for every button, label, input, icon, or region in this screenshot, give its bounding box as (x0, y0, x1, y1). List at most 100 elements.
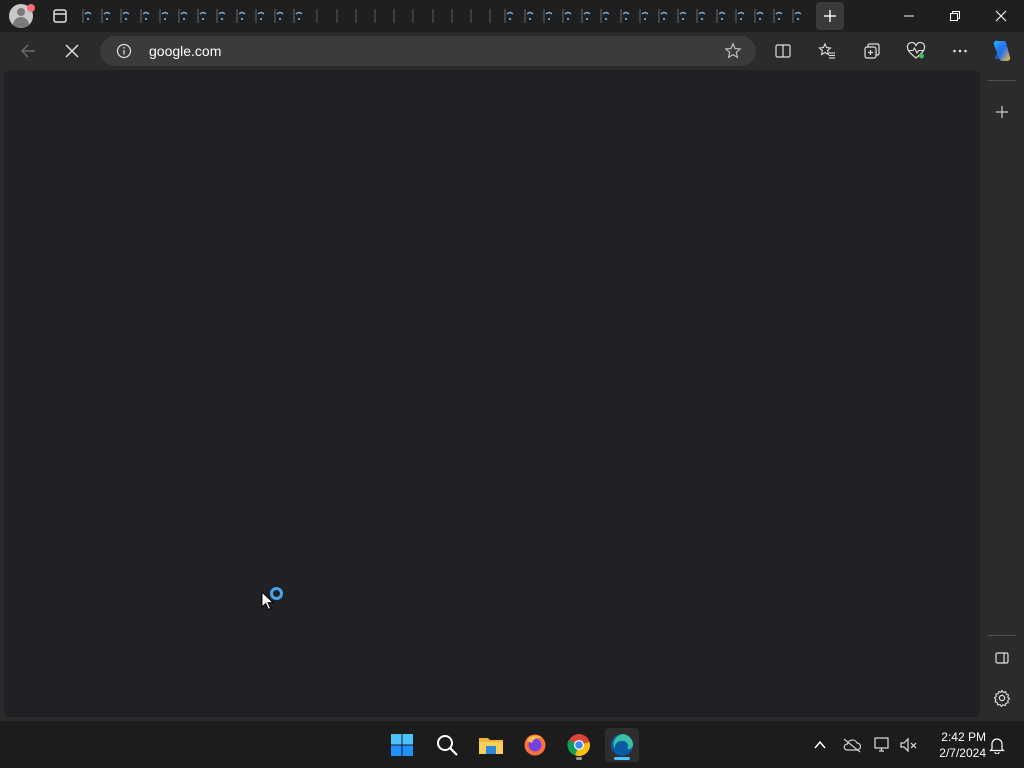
restore-button[interactable] (932, 0, 978, 32)
tab-actions-button[interactable] (50, 6, 70, 26)
more-button[interactable] (948, 39, 972, 63)
browser-tab[interactable] (138, 4, 152, 28)
tab-loading-icon (274, 9, 284, 23)
stop-button[interactable] (60, 39, 84, 63)
browser-tab[interactable] (253, 4, 267, 28)
browser-tab[interactable] (579, 4, 593, 28)
tab-loading-icon (293, 9, 303, 23)
sidebar-settings-button[interactable] (992, 688, 1012, 708)
sidebar-divider (988, 80, 1016, 81)
tab-loading-icon (255, 9, 265, 23)
page-content[interactable] (4, 70, 980, 717)
copilot-icon (993, 40, 1011, 62)
browser-tab[interactable] (368, 4, 382, 28)
tab-divider-icon (432, 9, 434, 23)
edge-button[interactable] (605, 728, 639, 762)
tab-loading-icon (658, 9, 668, 23)
browser-tab[interactable] (675, 4, 689, 28)
browser-tab[interactable] (406, 4, 420, 28)
tab-loading-icon (82, 9, 92, 23)
start-button[interactable] (385, 728, 419, 762)
chrome-button[interactable] (562, 728, 596, 762)
browser-tab[interactable] (522, 4, 536, 28)
browser-tab[interactable] (752, 4, 766, 28)
browser-tab[interactable] (560, 4, 574, 28)
browser-tab[interactable] (349, 4, 363, 28)
back-arrow-icon (21, 44, 35, 58)
notifications-button[interactable] (987, 735, 1007, 755)
browser-tab[interactable] (502, 4, 516, 28)
browser-tab[interactable] (541, 4, 555, 28)
tab-loading-icon (735, 9, 745, 23)
browser-tab[interactable] (714, 4, 728, 28)
show-hidden-icons-button[interactable] (810, 735, 830, 755)
browser-tab[interactable] (637, 4, 651, 28)
new-tab-button[interactable] (816, 2, 844, 30)
favorites-button[interactable] (815, 39, 839, 63)
star-icon[interactable] (724, 42, 742, 60)
tab-divider-icon (412, 9, 414, 23)
browser-tab[interactable] (118, 4, 132, 28)
folder-icon (479, 738, 503, 754)
browser-tab[interactable] (733, 4, 747, 28)
tab-loading-icon (792, 9, 802, 23)
volume-button[interactable] (899, 735, 919, 755)
browser-tab[interactable] (656, 4, 670, 28)
browser-tab[interactable] (387, 4, 401, 28)
browser-tab[interactable] (445, 4, 459, 28)
close-window-button[interactable] (978, 0, 1024, 32)
browser-tab[interactable] (483, 4, 497, 28)
browser-tab[interactable] (330, 4, 344, 28)
browser-tab[interactable] (99, 4, 113, 28)
browser-tab[interactable] (598, 4, 612, 28)
browser-tab[interactable] (272, 4, 286, 28)
split-screen-icon (775, 44, 791, 58)
split-screen-button[interactable] (771, 39, 795, 63)
info-icon[interactable] (116, 43, 132, 59)
tab-divider-icon (451, 9, 453, 23)
clock[interactable]: 2:42 PM 2/7/2024 (926, 729, 986, 761)
browser-tab[interactable] (214, 4, 228, 28)
address-bar[interactable]: google.com (100, 36, 756, 66)
hide-sidebar-button[interactable] (992, 648, 1012, 668)
network-button[interactable] (873, 735, 893, 755)
browser-tab[interactable] (80, 4, 94, 28)
browser-tab[interactable] (157, 4, 171, 28)
browser-tab[interactable] (195, 4, 209, 28)
tab-loading-icon (524, 9, 534, 23)
browser-tab[interactable] (310, 4, 324, 28)
browser-tab[interactable] (618, 4, 632, 28)
browser-tab[interactable] (426, 4, 440, 28)
search-button[interactable] (430, 728, 464, 762)
tab-divider-icon (316, 9, 318, 23)
address-text[interactable]: google.com (149, 43, 221, 59)
tab-loading-icon (696, 9, 706, 23)
firefox-button[interactable] (518, 728, 552, 762)
browser-tab[interactable] (464, 4, 478, 28)
browser-tab[interactable] (234, 4, 248, 28)
taskbar: 2:42 PM 2/7/2024 (0, 720, 1024, 768)
volume-muted-icon (900, 737, 917, 753)
browser-tab[interactable] (291, 4, 305, 28)
tab-loading-icon (236, 9, 246, 23)
browser-tab[interactable] (790, 4, 804, 28)
browser-tab[interactable] (694, 4, 708, 28)
minimize-button[interactable] (886, 0, 932, 32)
sidebar-divider-bottom (988, 635, 1016, 636)
collections-button[interactable] (860, 39, 884, 63)
browser-tab[interactable] (771, 4, 785, 28)
tab-list (80, 4, 810, 28)
tab-actions-icon (53, 9, 67, 23)
file-explorer-button[interactable] (474, 728, 508, 762)
windows-start-icon (391, 734, 413, 756)
onedrive-button[interactable] (842, 735, 862, 755)
sidebar-add-button[interactable] (992, 102, 1012, 122)
copilot-button[interactable] (990, 39, 1014, 63)
performance-button[interactable] (904, 39, 928, 63)
profile-notification-dot (27, 4, 35, 12)
back-button[interactable] (16, 39, 40, 63)
tab-loading-icon (620, 9, 630, 23)
tab-loading-icon (716, 9, 726, 23)
browser-tab[interactable] (176, 4, 190, 28)
collections-icon (864, 43, 880, 59)
